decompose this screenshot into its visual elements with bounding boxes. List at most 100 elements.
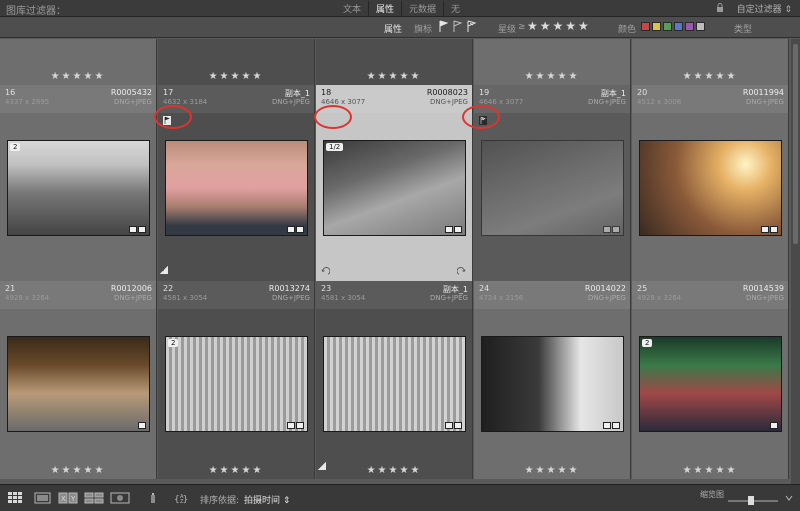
cell-filename: R0008023 — [426, 88, 468, 97]
virtual-copy-corner-icon — [160, 266, 168, 274]
people-view-icon[interactable] — [110, 492, 130, 504]
cell-filename: R0005432 — [110, 88, 152, 97]
cell-index: 23 — [321, 284, 332, 293]
cell-rating[interactable]: ★★★★★ — [0, 465, 156, 476]
thumbnail-size-knob[interactable] — [748, 496, 754, 505]
tab-metadata[interactable]: 元数据 — [401, 1, 443, 16]
crop-icon — [287, 226, 295, 233]
cell-rating[interactable]: ★★★★★ — [632, 71, 788, 82]
bottom-toolbar: XY { } A Z 排序依据: 拍摄时间 ⇕ 缩览图 — [0, 484, 800, 511]
cell-dimensions: 4724 x 3156 — [479, 294, 524, 302]
cell-index: 16 — [5, 88, 16, 97]
develop-icon — [296, 422, 304, 429]
flag-filter-icons — [438, 20, 477, 33]
cell-format: DNG+JPEG — [745, 294, 784, 302]
photo-thumbnail[interactable]: 2 — [7, 140, 150, 236]
painter-spray-icon[interactable] — [148, 492, 158, 504]
rotate-right-icon[interactable] — [457, 267, 466, 276]
cell-rating[interactable]: ★★★★★ — [158, 71, 314, 82]
photo-thumbnail[interactable]: 1/2 — [323, 140, 466, 236]
grid-cell-prev[interactable]: ★★★★★ — [316, 39, 473, 85]
chevron-down-icon[interactable] — [784, 492, 794, 504]
survey-view-icon[interactable] — [84, 492, 104, 504]
cell-rating[interactable]: ★★★★★ — [474, 71, 630, 82]
photo-thumbnail[interactable]: 2 — [639, 336, 782, 432]
rating-operator[interactable]: ≥ — [518, 22, 526, 32]
cell-rating[interactable]: ★★★★★ — [632, 465, 788, 476]
grid-cell-23[interactable]: 23 4581 x 3054 副本_1 DNG+JPEG ★★★★★ — [316, 281, 473, 479]
grid-view-icon[interactable] — [8, 492, 26, 504]
stack-count-badge[interactable]: 1/2 — [326, 143, 344, 151]
sort-label: 排序依据: — [200, 496, 240, 506]
develop-icon — [138, 226, 146, 233]
compare-view-icon[interactable]: XY — [58, 492, 78, 504]
grid-cell-prev[interactable]: ★★★★★ — [0, 39, 157, 85]
stack-count-badge[interactable]: 2 — [168, 339, 179, 347]
cell-rating[interactable]: ★★★★★ — [0, 71, 156, 82]
grid-cell-17[interactable]: 17 4632 x 3184 副本_1 DNG+JPEG — [154, 85, 315, 281]
grid-cell-20[interactable]: 20 4512 x 3008 R0011994 DNG+JPEG — [632, 85, 789, 281]
grid-cell-22[interactable]: 22 4581 x 3054 R0013274 DNG+JPEG 2 ★★★★★ — [158, 281, 315, 479]
cell-rating[interactable]: ★★★★★ — [474, 465, 630, 476]
color-swatch-green[interactable] — [663, 22, 672, 31]
cell-format: DNG+JPEG — [429, 294, 468, 302]
grid-cell-prev[interactable]: ★★★★★ — [158, 39, 315, 85]
edit-indicator-icons — [445, 422, 463, 429]
lock-icon[interactable] — [716, 3, 724, 13]
photo-thumbnail[interactable]: 2 — [165, 336, 308, 432]
rating-filter-stars[interactable]: ★★★★★ — [527, 19, 591, 33]
grid-cell-prev[interactable]: ★★★★★ — [632, 39, 789, 85]
loupe-view-icon[interactable] — [34, 492, 52, 504]
grid-cell-19[interactable]: 19 4646 x 3077 副本_1 DNG+JPEG — [462, 85, 631, 281]
cell-rating[interactable]: ★★★★★ — [316, 465, 472, 476]
tab-text[interactable]: 文本 — [336, 1, 368, 16]
grid-cell-25[interactable]: 25 4928 x 3264 R0014539 DNG+JPEG 2 ★★★★★ — [632, 281, 789, 479]
cell-rating[interactable]: ★★★★★ — [316, 71, 472, 82]
stack-count-badge[interactable]: 2 — [642, 339, 653, 347]
cell-rating[interactable]: ★★★★★ — [158, 465, 314, 476]
svg-text:Y: Y — [70, 495, 76, 503]
photo-thumbnail[interactable] — [639, 140, 782, 236]
photo-thumbnail[interactable] — [165, 140, 308, 236]
edit-indicator-icons — [770, 422, 779, 429]
grid-scrollbar-thumb[interactable] — [793, 44, 798, 244]
color-swatch-purple[interactable] — [685, 22, 694, 31]
svg-text:Z: Z — [180, 499, 184, 504]
cell-format: DNG+JPEG — [745, 98, 784, 106]
sort-dropdown[interactable]: 拍摄时间 ⇕ — [244, 493, 290, 506]
cell-format: DNG+JPEG — [429, 98, 468, 106]
cell-index: 24 — [479, 284, 490, 293]
custom-filter-dropdown[interactable]: 自定过滤器 ⇕ — [737, 2, 792, 15]
color-label: 颜色 — [618, 25, 637, 35]
color-swatch-red[interactable] — [641, 22, 650, 31]
flag-unflagged-icon[interactable] — [452, 20, 463, 33]
tab-none[interactable]: 无 — [443, 1, 467, 16]
color-swatch-yellow[interactable] — [652, 22, 661, 31]
flag-picked-icon[interactable] — [438, 20, 449, 33]
flag-rejected-icon[interactable] — [466, 20, 477, 33]
cell-filename: R0014539 — [742, 284, 784, 293]
photo-thumbnail[interactable] — [7, 336, 150, 432]
photo-thumbnail[interactable] — [481, 336, 624, 432]
rotate-left-icon[interactable] — [321, 267, 330, 276]
stack-count-badge[interactable]: 2 — [10, 143, 21, 151]
grid-cell-21[interactable]: 21 4928 x 3264 R0012006 DNG+JPEG ★★★★★ — [0, 281, 157, 479]
tab-attribute[interactable]: 属性 — [368, 1, 401, 16]
filter-tabs: 文本 属性 元数据 无 — [336, 1, 467, 16]
grid-cell-24[interactable]: 24 4724 x 3156 R0014022 DNG+JPEG ★★★★★ — [474, 281, 631, 479]
edit-indicator-icons — [761, 226, 779, 233]
library-filter-bar: 图库过滤器： 文本 属性 元数据 无 自定过滤器 ⇕ — [0, 0, 800, 17]
grid-cell-prev[interactable]: ★★★★★ — [474, 39, 631, 85]
edit-indicator-icons — [603, 226, 621, 233]
red-annotation-circle — [462, 105, 500, 129]
grid-cell-16[interactable]: 16 4337 x 2895 R0005432 DNG+JPEG 2 — [0, 85, 157, 281]
crop-icon — [603, 226, 611, 233]
color-swatch-gray[interactable] — [696, 22, 705, 31]
thumbnail-grid: ★★★★★ ★★★★★ ★★★★★ ★★★★★ ★★★★★ 16 4337 x … — [0, 39, 791, 479]
color-swatch-blue[interactable] — [674, 22, 683, 31]
photo-thumbnail-dimmed[interactable] — [481, 140, 624, 236]
sort-direction-icon[interactable]: { }AZ — [174, 492, 194, 504]
photo-thumbnail[interactable] — [323, 336, 466, 432]
grid-cell-18-selected[interactable]: 18 4646 x 3077 R0008023 DNG+JPEG 1/2 — [314, 85, 473, 281]
red-annotation-circle — [314, 105, 352, 129]
